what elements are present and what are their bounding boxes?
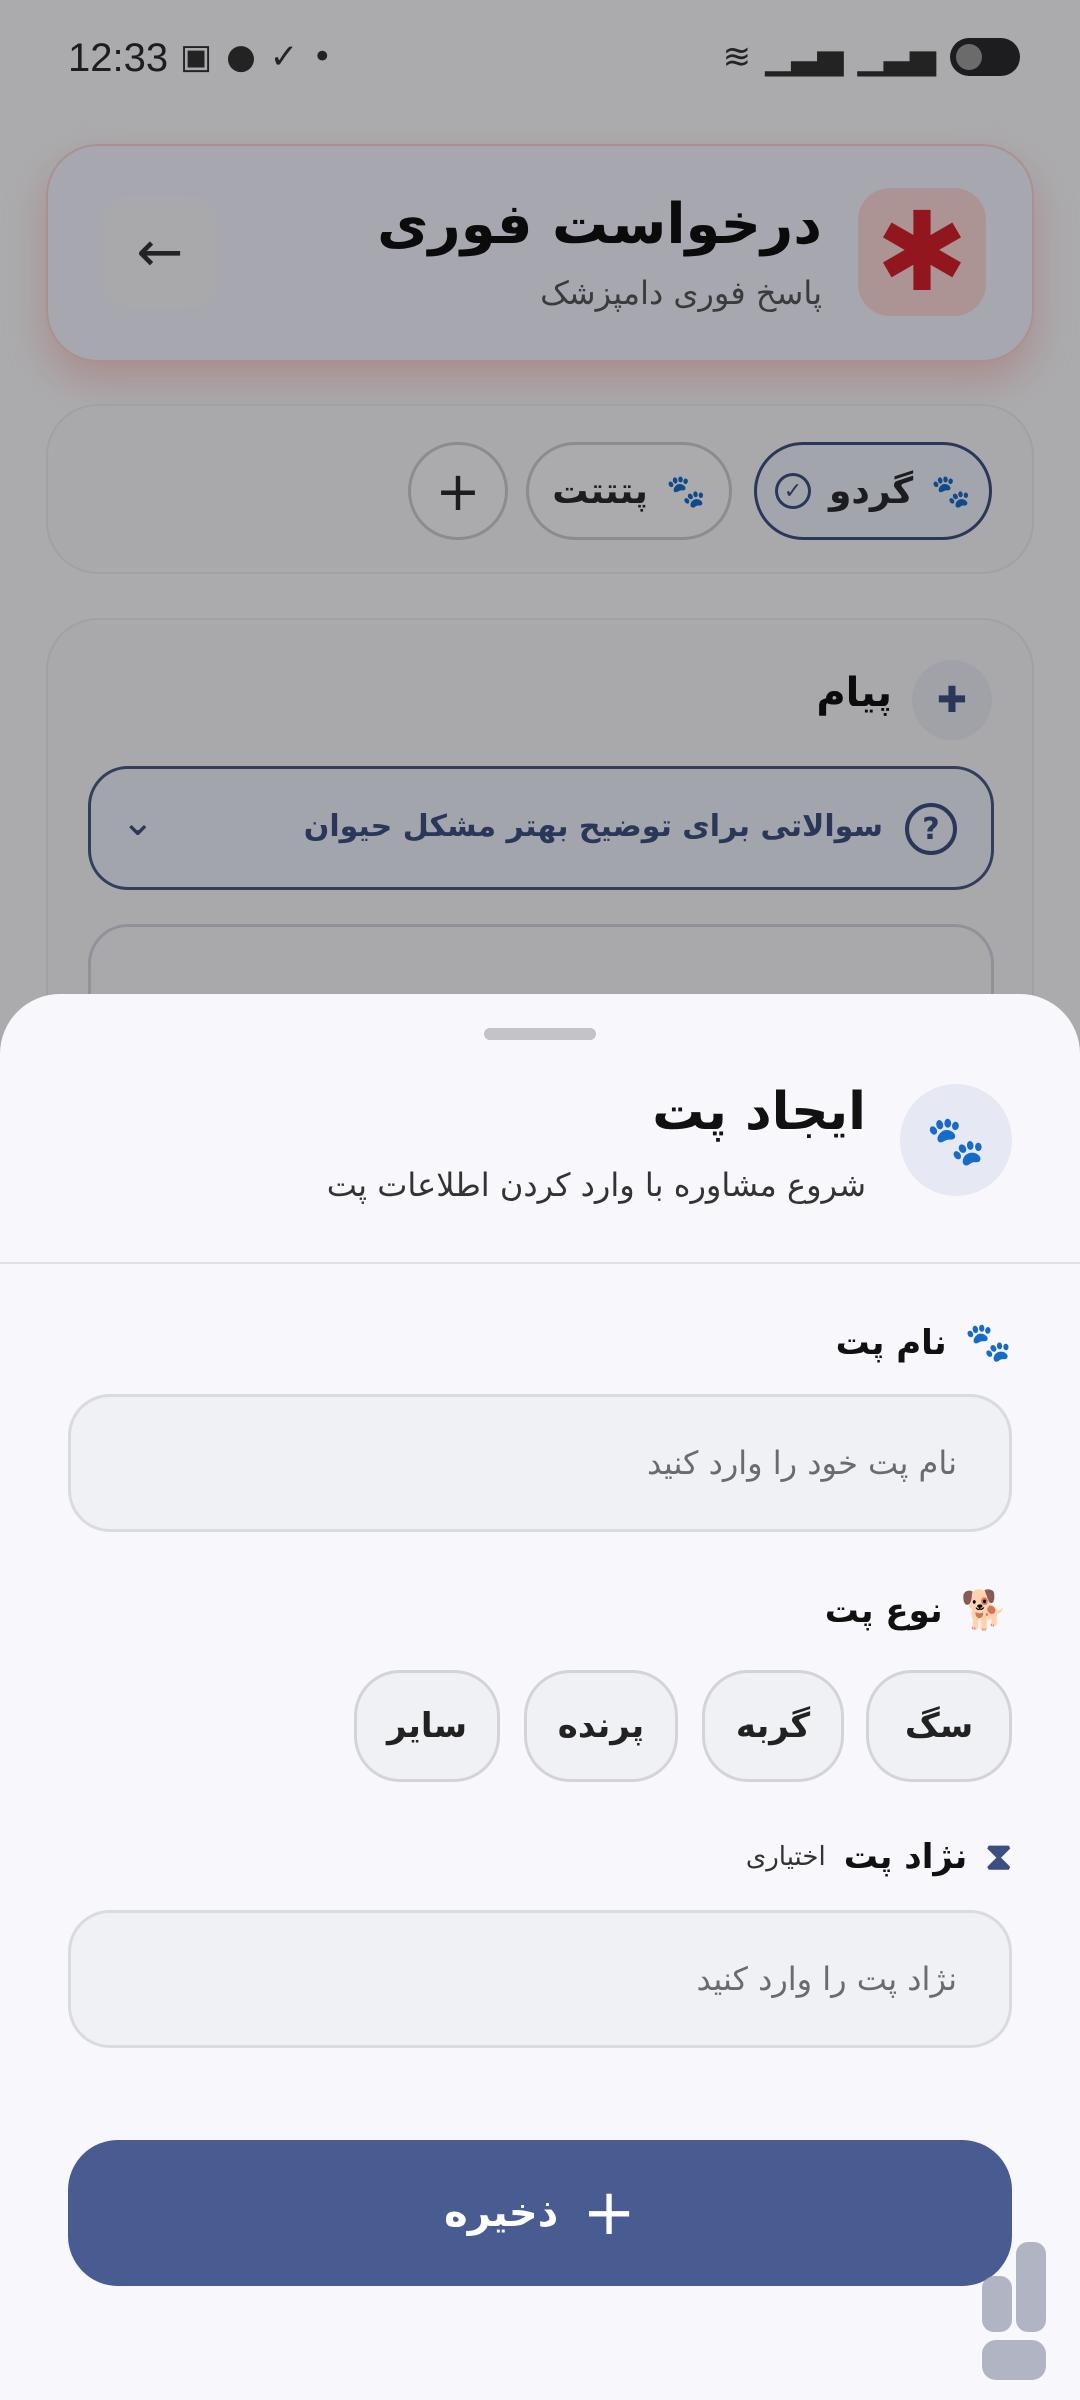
paw-icon: 🐾 bbox=[900, 1084, 1012, 1196]
divider bbox=[0, 1262, 1080, 1264]
pet-type-option-dog[interactable]: سگ bbox=[866, 1670, 1012, 1782]
watermark-shape bbox=[982, 2242, 1046, 2380]
sheet-subtitle: شروع مشاوره با وارد کردن اطلاعات پت bbox=[326, 1166, 866, 1204]
save-button[interactable]: + ذخیره bbox=[68, 2140, 1012, 2286]
sheet-drag-handle[interactable] bbox=[484, 1028, 596, 1040]
pet-type-option-other[interactable]: سایر bbox=[354, 1670, 500, 1782]
pet-breed-label: ⧗ نژاد پت اختیاری bbox=[745, 1834, 1012, 1878]
dog-icon: 🐕 bbox=[960, 1588, 1008, 1632]
pet-type-option-bird[interactable]: پرنده bbox=[524, 1670, 678, 1782]
pet-breed-placeholder: نژاد پت را وارد کنید bbox=[696, 1960, 957, 1998]
pet-breed-input[interactable]: نژاد پت را وارد کنید bbox=[68, 1910, 1012, 2048]
pet-name-label: 🐾 نام پت bbox=[835, 1320, 1012, 1364]
pet-name-placeholder: نام پت خود را وارد کنید bbox=[647, 1444, 957, 1482]
optional-tag: اختیاری bbox=[745, 1841, 826, 1872]
sheet-title: ایجاد پت bbox=[652, 1082, 866, 1142]
store-watermark-logo bbox=[976, 2236, 1060, 2386]
save-label: ذخیره bbox=[444, 2190, 559, 2236]
pet-name-input[interactable]: نام پت خود را وارد کنید bbox=[68, 1394, 1012, 1532]
create-pet-sheet: 🐾 ایجاد پت شروع مشاوره با وارد کردن اطلا… bbox=[0, 994, 1080, 2400]
hourglass-icon: ⧗ bbox=[985, 1834, 1012, 1878]
pet-type-label: 🐕 نوع پت bbox=[824, 1588, 1008, 1632]
paw-icon: 🐾 bbox=[964, 1320, 1012, 1364]
plus-icon: + bbox=[582, 2176, 636, 2250]
pet-type-option-cat[interactable]: گربه bbox=[702, 1670, 844, 1782]
